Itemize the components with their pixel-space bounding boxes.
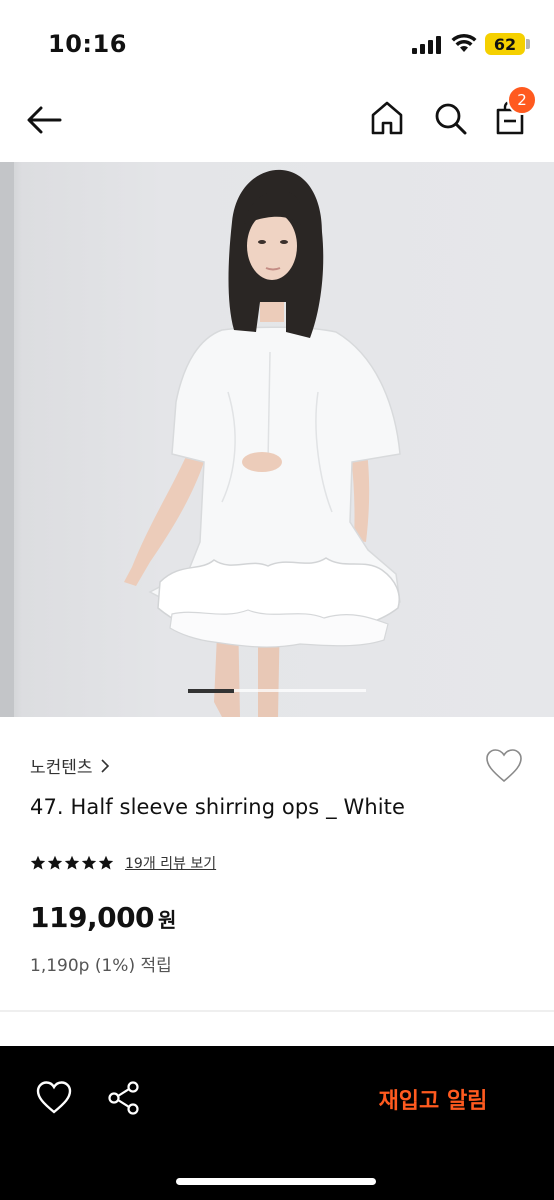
cellular-signal-icon xyxy=(412,36,441,54)
next-section-peek xyxy=(0,1012,554,1048)
product-title: 47. Half sleeve shirring ops _ White xyxy=(30,795,406,819)
reward-points: 1,190p (1%) 적립 xyxy=(30,956,172,976)
status-bar: 10:16 62 xyxy=(0,0,554,80)
rating-stars xyxy=(30,855,115,871)
price: 119,000 원 xyxy=(30,901,176,934)
wifi-icon xyxy=(451,33,477,52)
product-photo xyxy=(0,162,401,717)
star-icon xyxy=(98,855,114,870)
brand-name: 노컨텐츠 xyxy=(30,758,93,778)
bottom-action-bar: 재입고 알림 xyxy=(0,1046,554,1200)
star-icon xyxy=(64,855,80,870)
battery-indicator: 62 xyxy=(485,33,525,55)
price-currency: 원 xyxy=(158,908,177,932)
chevron-right-icon xyxy=(100,758,109,773)
top-nav-bar: 2 xyxy=(0,80,554,162)
star-icon xyxy=(81,855,97,870)
heart-icon[interactable] xyxy=(34,1078,74,1118)
back-arrow-icon[interactable] xyxy=(24,100,64,140)
product-image-carousel[interactable] xyxy=(0,162,554,717)
home-icon[interactable] xyxy=(367,98,407,138)
brand-link[interactable]: 노컨텐츠 xyxy=(30,753,111,778)
search-icon[interactable] xyxy=(430,98,470,138)
review-link[interactable]: 19개 리뷰 보기 xyxy=(125,853,216,873)
price-amount: 119,000 xyxy=(30,901,155,934)
star-icon xyxy=(30,855,46,870)
battery-tip xyxy=(526,39,530,49)
wishlist-heart-icon[interactable] xyxy=(484,747,524,785)
share-icon[interactable] xyxy=(104,1078,144,1118)
image-slide-indicator xyxy=(188,688,366,693)
home-indicator xyxy=(176,1178,376,1185)
status-time: 10:16 xyxy=(48,30,127,58)
product-info: 노컨텐츠 47. Half sleeve shirring ops _ Whit… xyxy=(0,717,554,1012)
star-icon xyxy=(47,855,63,870)
image-slide-indicator-active xyxy=(188,688,234,693)
rating-row: 19개 리뷰 보기 xyxy=(30,853,216,873)
cart-count-badge: 2 xyxy=(507,85,537,115)
restock-alert-button[interactable]: 재입고 알림 xyxy=(338,1082,528,1116)
